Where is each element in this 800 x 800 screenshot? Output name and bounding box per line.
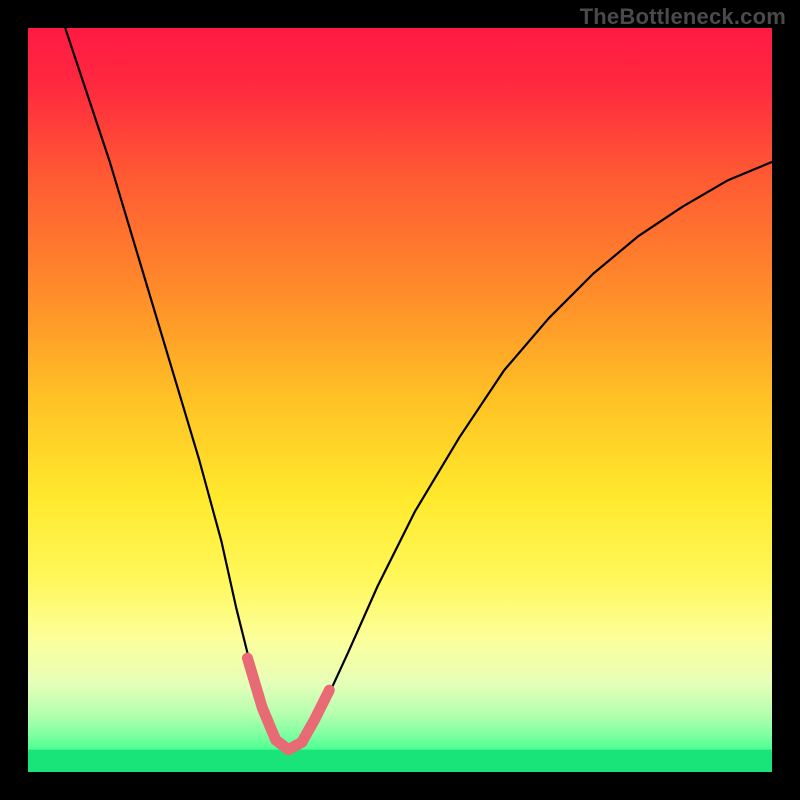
series-group bbox=[65, 28, 772, 753]
series-marker-band-left bbox=[247, 658, 275, 740]
plot-area bbox=[28, 28, 772, 772]
series-bottleneck-curve bbox=[65, 28, 772, 753]
series-marker-band-right bbox=[302, 690, 330, 742]
watermark-text: TheBottleneck.com bbox=[580, 4, 786, 30]
chart-stage: TheBottleneck.com bbox=[0, 0, 800, 800]
curve-layer bbox=[28, 28, 772, 772]
